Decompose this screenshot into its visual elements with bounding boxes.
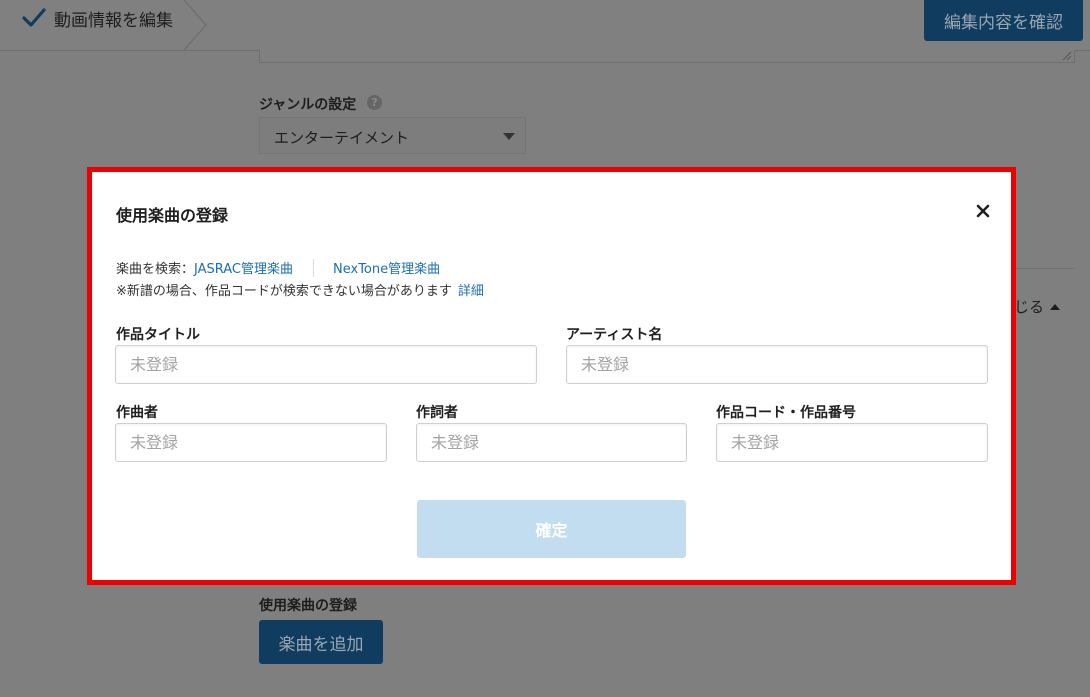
search-note: ※新譜の場合、作品コードが検索できない場合があります 詳細 (116, 280, 484, 299)
genre-selected-value: エンターテイメント (274, 129, 410, 147)
caret-down-icon (503, 133, 515, 140)
work-code-label: 作品コード・作品番号 (716, 405, 856, 421)
link-separator (313, 258, 315, 277)
music-section-label: 使用楽曲の登録 (259, 598, 357, 614)
genre-select[interactable]: エンターテイメント (259, 117, 526, 154)
title-label: 作品タイトル (116, 327, 200, 343)
collapse-toggle-label: じる (1014, 298, 1045, 316)
genre-label: ジャンルの設定 (259, 97, 357, 113)
resize-icon[interactable] (1062, 51, 1072, 61)
breadcrumb-separator-icon (184, 0, 207, 50)
caret-up-icon (1050, 303, 1061, 310)
section-divider (1013, 268, 1075, 269)
top-bar: 動画情報を編集 編集内容を確認 (0, 0, 1090, 51)
add-music-button[interactable]: 楽曲を追加 (259, 620, 383, 664)
close-icon[interactable] (975, 203, 991, 219)
artist-label: アーティスト名 (566, 327, 663, 343)
modal-title: 使用楽曲の登録 (116, 206, 229, 225)
description-textarea[interactable] (259, 50, 1075, 63)
search-prefix: 楽曲を検索： (116, 262, 195, 277)
detail-link[interactable]: 詳細 (458, 284, 484, 299)
check-icon (22, 8, 46, 27)
search-links: 楽曲を検索： JASRAC管理楽曲 NexTone管理楽曲 (116, 258, 440, 277)
jasrac-link[interactable]: JASRAC管理楽曲 (194, 258, 293, 277)
music-registration-modal: 使用楽曲の登録 楽曲を検索： JASRAC管理楽曲 NexTone管理楽曲 ※新… (87, 167, 1016, 585)
breadcrumb-label: 動画情報を編集 (54, 11, 173, 31)
artist-input[interactable] (566, 345, 988, 384)
work-code-input[interactable] (716, 423, 988, 462)
lyricist-label: 作詞者 (416, 405, 458, 421)
title-input[interactable] (115, 345, 537, 384)
collapse-toggle[interactable]: じる (1014, 296, 1061, 317)
composer-label: 作曲者 (116, 405, 158, 421)
search-note-text: ※新譜の場合、作品コードが検索できない場合があります (116, 284, 452, 299)
help-icon[interactable]: ? (367, 95, 382, 110)
lyricist-input[interactable] (416, 423, 687, 462)
confirm-button[interactable]: 確定 (417, 500, 686, 558)
composer-input[interactable] (115, 423, 387, 462)
breadcrumb-step[interactable]: 動画情報を編集 (0, 0, 208, 50)
confirm-edit-button[interactable]: 編集内容を確認 (924, 0, 1083, 41)
nextone-link[interactable]: NexTone管理楽曲 (333, 258, 440, 277)
